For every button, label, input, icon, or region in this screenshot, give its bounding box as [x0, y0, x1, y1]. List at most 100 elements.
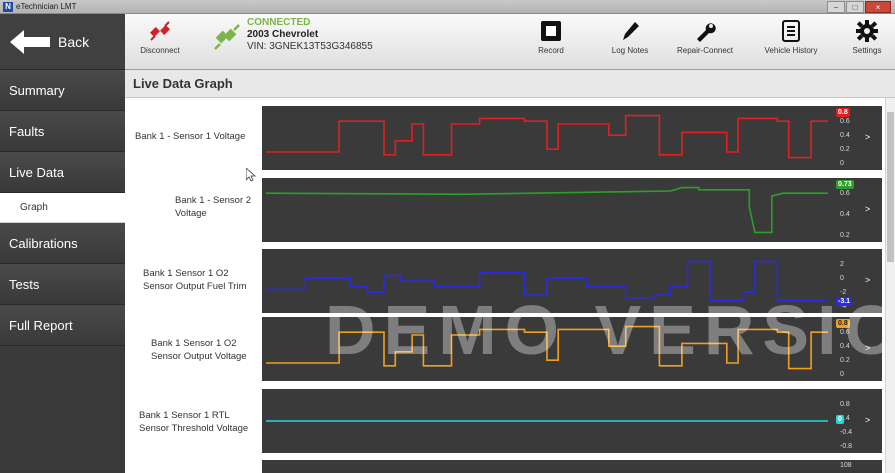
repair-connect-button[interactable]: Repair-Connect	[673, 18, 737, 66]
trace-line	[266, 260, 828, 302]
graph-row: Bank 1 Sensor 1 RTL Sensor Threshold Vol…	[125, 389, 885, 457]
sidebar-item-live-data[interactable]: Live Data	[0, 152, 125, 193]
graph-panel[interactable]: 0.8 0.4 -0.4 -0.8 0 >	[262, 389, 882, 453]
current-value-badge: -3.1	[836, 297, 853, 306]
current-value-badge: 0	[836, 415, 844, 424]
vehicle-history-button[interactable]: Vehicle History	[760, 18, 822, 66]
mouse-cursor-icon	[245, 167, 257, 182]
window-controls: − □ ×	[826, 1, 891, 13]
vehicle-vin: VIN: 3GNEK13T53G346855	[247, 41, 373, 52]
connected-plug-icon	[213, 23, 241, 56]
graph-row: Bank 1 Sensor 1 O2 Sensor Output Voltage…	[125, 317, 885, 385]
graph-row: Bank 1 Sensor 1 O2 Sensor Output Fuel Tr…	[125, 249, 885, 317]
scale-tick: 0.2	[840, 232, 850, 239]
expand-arrow-icon[interactable]: >	[865, 275, 870, 285]
scrollbar-thumb[interactable]	[887, 112, 894, 262]
disconnect-plug-icon	[148, 18, 172, 44]
current-value-badge: 0.73	[836, 180, 854, 189]
scale-tick: 0.6	[840, 190, 850, 197]
title-bar: N eTechnician LMT − □ ×	[0, 0, 895, 14]
document-icon	[781, 18, 801, 44]
sidebar-item-faults[interactable]: Faults	[0, 111, 125, 152]
wrench-icon	[694, 18, 716, 44]
settings-label: Settings	[852, 46, 882, 55]
vehicle-name: 2003 Chevrolet	[247, 29, 319, 40]
scale-tick: -2	[840, 289, 847, 296]
graph-panel[interactable]: 0.6 0.4 0.2 0 0.8 >	[262, 106, 882, 170]
connection-status: CONNECTED 2003 Chevrolet VIN: 3GNEK13T53…	[213, 17, 453, 65]
current-value-badge: 0.8	[836, 319, 850, 328]
current-value-badge: 0.8	[836, 108, 850, 117]
scale-tick: 0.4	[840, 132, 850, 139]
expand-arrow-icon[interactable]: >	[865, 132, 870, 142]
graph-panel[interactable]: 108	[262, 460, 882, 473]
graph-label: Bank 1 Sensor 1 O2 Sensor Output Voltage	[151, 338, 247, 362]
scale-tick: 0.4	[840, 211, 850, 218]
record-button[interactable]: Record	[531, 18, 571, 66]
graph-panel[interactable]: 0.6 0.4 0.2 0 0.8 >	[262, 317, 882, 381]
graph-trace	[266, 325, 828, 370]
graph-scale: 2 0 -2 -4 -3.1 >	[832, 249, 882, 313]
graph-label: Bank 1 - Sensor 1 Voltage	[135, 131, 246, 142]
graph-trace	[262, 460, 832, 473]
graph-trace	[266, 260, 828, 302]
sidebar-nav: Summary Faults Live Data Graph Calibrati…	[0, 70, 125, 346]
vertical-scrollbar[interactable]	[885, 98, 895, 473]
trace-line	[265, 186, 828, 234]
graph-label: Bank 1 - Sensor 2 Voltage	[175, 195, 252, 219]
scale-tick: -0.8	[840, 443, 853, 450]
graph-row: 108	[125, 460, 885, 473]
scale-tick: -0.4	[840, 429, 853, 436]
graph-label: Bank 1 Sensor 1 RTL Sensor Threshold Vol…	[139, 410, 249, 434]
graph-row: Bank 1 - Sensor 2 Voltage 0.6 0.4 0.2 0.73 >	[125, 178, 885, 246]
sidebar-item-full-report[interactable]: Full Report	[0, 305, 125, 346]
record-label: Record	[538, 46, 564, 55]
scale-tick: 0.4	[840, 343, 850, 350]
log-notes-label: Log Notes	[611, 46, 649, 55]
pencil-icon	[619, 18, 641, 44]
graph-label: Bank 1 Sensor 1 O2 Sensor Output Fuel Tr…	[143, 268, 247, 292]
expand-arrow-icon[interactable]: >	[865, 343, 870, 353]
sidebar-item-calibrations[interactable]: Calibrations	[0, 223, 125, 264]
maximize-button[interactable]: □	[846, 1, 864, 13]
connection-status-text: CONNECTED	[247, 17, 311, 28]
disconnect-label: Disconnect	[140, 46, 180, 55]
scale-tick: 0	[840, 275, 844, 282]
scale-tick: 0	[840, 160, 844, 167]
settings-button[interactable]: Settings	[847, 18, 887, 66]
graph-panel[interactable]: 0.6 0.4 0.2 0.73 >	[262, 178, 882, 242]
sidebar-item-tests[interactable]: Tests	[0, 264, 125, 305]
sidebar-item-graph[interactable]: Graph	[0, 193, 125, 223]
back-arrow-icon	[10, 29, 52, 54]
graph-trace	[266, 114, 828, 159]
gear-icon	[856, 18, 878, 44]
minimize-button[interactable]: −	[827, 1, 845, 13]
sidebar: Back Summary Faults Live Data Graph Cali…	[0, 14, 125, 473]
log-notes-button[interactable]: Log Notes	[605, 18, 655, 66]
window-title: eTechnician LMT	[16, 2, 77, 11]
close-button[interactable]: ×	[865, 1, 891, 13]
trace-line	[266, 325, 828, 370]
sidebar-item-summary[interactable]: Summary	[0, 70, 125, 111]
scale-tick: 0.8	[840, 401, 850, 408]
scale-tick: 0.2	[840, 357, 850, 364]
expand-arrow-icon[interactable]: >	[865, 415, 870, 425]
graph-panel[interactable]: 2 0 -2 -4 -3.1 >	[262, 249, 882, 313]
back-button[interactable]: Back	[0, 14, 125, 70]
scale-tick: 0	[840, 371, 844, 378]
graph-scale: 0.8 0.4 -0.4 -0.8 0 >	[832, 389, 882, 453]
disconnect-button[interactable]: Disconnect	[135, 18, 185, 66]
graph-trace	[266, 420, 828, 422]
scale-tick: 0.2	[840, 146, 850, 153]
page-title: Live Data Graph	[125, 70, 895, 98]
app-window: N eTechnician LMT − □ × Back Summary Fau…	[0, 0, 895, 473]
scale-tick: 2	[840, 261, 844, 268]
graph-scale: 108	[832, 460, 882, 473]
expand-arrow-icon[interactable]: >	[865, 204, 870, 214]
app-logo-icon: N	[3, 2, 13, 12]
graph-trace	[265, 186, 828, 234]
graph-scale: 0.6 0.4 0.2 0 0.8 >	[832, 106, 882, 170]
main-content: Live Data Graph Bank 1 - Sensor 1 Voltag…	[125, 70, 895, 473]
scale-tick: 0.6	[840, 118, 850, 125]
graph-scale: 0.6 0.4 0.2 0.73 >	[832, 178, 882, 242]
